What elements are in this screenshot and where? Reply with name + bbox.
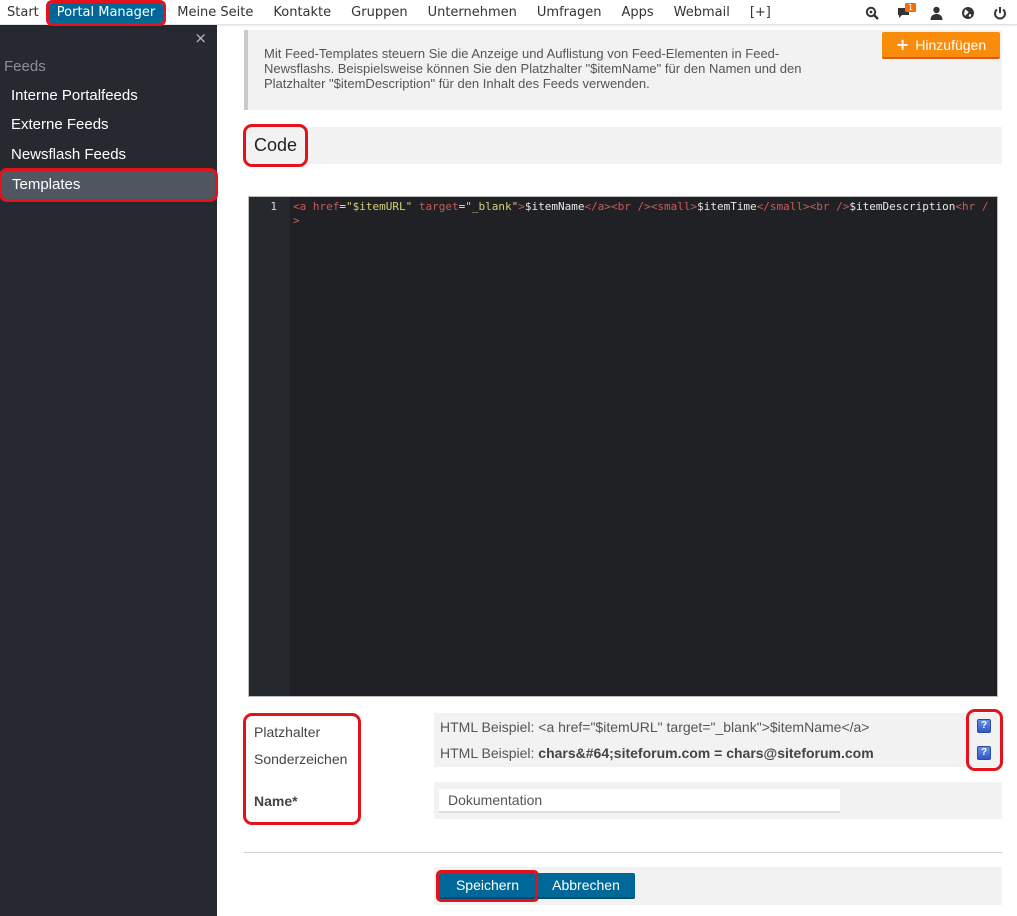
example-prefix: HTML Beispiel: <box>440 719 539 735</box>
code-editor[interactable]: 1 <a href="$itemURL" target="_blank">$it… <box>248 196 998 697</box>
nav-portal-manager[interactable]: Portal Manager <box>45 0 167 26</box>
special-chars-label: Sonderzeichen <box>254 751 348 767</box>
placeholder-example: HTML Beispiel: <a href="$itemURL" target… <box>440 719 869 735</box>
examples-box: HTML Beispiel: <a href="$itemURL" target… <box>434 713 1002 767</box>
nav-apps[interactable]: Apps <box>611 0 663 25</box>
help-icons-group: ? ? <box>966 709 1003 771</box>
editor-gutter: 1 <box>249 197 290 696</box>
code-section-title: Code <box>242 124 309 167</box>
name-row <box>434 782 1002 819</box>
divider <box>244 852 1002 853</box>
toolbar-icons: 1 <box>851 0 1017 25</box>
sidebar-item-newsflash-feeds[interactable]: Newsflash Feeds <box>0 140 217 170</box>
nav-unternehmen[interactable]: Unternehmen <box>418 0 527 25</box>
action-buttons: Speichern Abbrechen <box>434 867 1002 905</box>
plus-icon: + <box>895 35 910 54</box>
line-number: 1 <box>270 200 277 213</box>
nav-umfragen[interactable]: Umfragen <box>527 0 612 25</box>
placeholder-example-code: <a href="$itemURL" target="_blank">$item… <box>538 719 870 735</box>
close-icon[interactable]: × <box>194 29 207 47</box>
sidebar-item-templates[interactable]: Templates <box>0 168 218 202</box>
nav-more[interactable]: [+] <box>740 0 781 25</box>
main-nav: Start Portal Manager Meine Seite Kontakt… <box>0 0 781 26</box>
name-input[interactable] <box>439 789 840 813</box>
notification-badge: 1 <box>905 3 917 12</box>
top-navigation-bar: Start Portal Manager Meine Seite Kontakt… <box>0 0 1017 26</box>
info-text: Mit Feed-Templates steuern Sie die Anzei… <box>264 46 802 91</box>
nav-meine-seite[interactable]: Meine Seite <box>167 0 263 25</box>
example-prefix: HTML Beispiel: <box>440 745 539 761</box>
globe-icon[interactable] <box>957 0 979 25</box>
nav-start[interactable]: Start <box>0 0 45 25</box>
nav-gruppen[interactable]: Gruppen <box>341 0 417 25</box>
sidebar-item-interne-portalfeeds[interactable]: Interne Portalfeeds <box>0 81 217 111</box>
form-labels: Platzhalter Sonderzeichen Name* <box>243 713 361 825</box>
sidebar-section-title: Feeds <box>4 58 46 75</box>
search-icon[interactable] <box>861 0 883 25</box>
cancel-button[interactable]: Abbrechen <box>537 873 635 899</box>
messages-icon[interactable]: 1 <box>893 0 917 25</box>
name-label: Name* <box>254 793 298 809</box>
special-chars-example-code: chars&#64;siteforum.com = chars@siteforu… <box>538 745 874 761</box>
nav-kontakte[interactable]: Kontakte <box>263 0 341 25</box>
sidebar: × Feeds Interne Portalfeeds Externe Feed… <box>0 25 218 916</box>
help-icon-placeholder[interactable]: ? <box>977 719 991 733</box>
save-button[interactable]: Speichern <box>436 870 539 902</box>
user-icon[interactable] <box>925 0 947 25</box>
placeholder-label: Platzhalter <box>254 724 321 740</box>
power-icon[interactable] <box>989 0 1011 25</box>
help-icon-special-chars[interactable]: ? <box>977 746 991 760</box>
special-chars-example: HTML Beispiel: chars&#64;siteforum.com =… <box>440 745 874 761</box>
add-button[interactable]: + Hinzufügen <box>882 32 1000 59</box>
sidebar-item-externe-feeds[interactable]: Externe Feeds <box>0 110 217 140</box>
code-content[interactable]: <a href="$itemURL" target="_blank">$item… <box>293 200 993 228</box>
code-section-header: Code <box>242 124 1002 167</box>
nav-webmail[interactable]: Webmail <box>664 0 740 25</box>
add-button-label: Hinzufügen <box>915 36 987 53</box>
